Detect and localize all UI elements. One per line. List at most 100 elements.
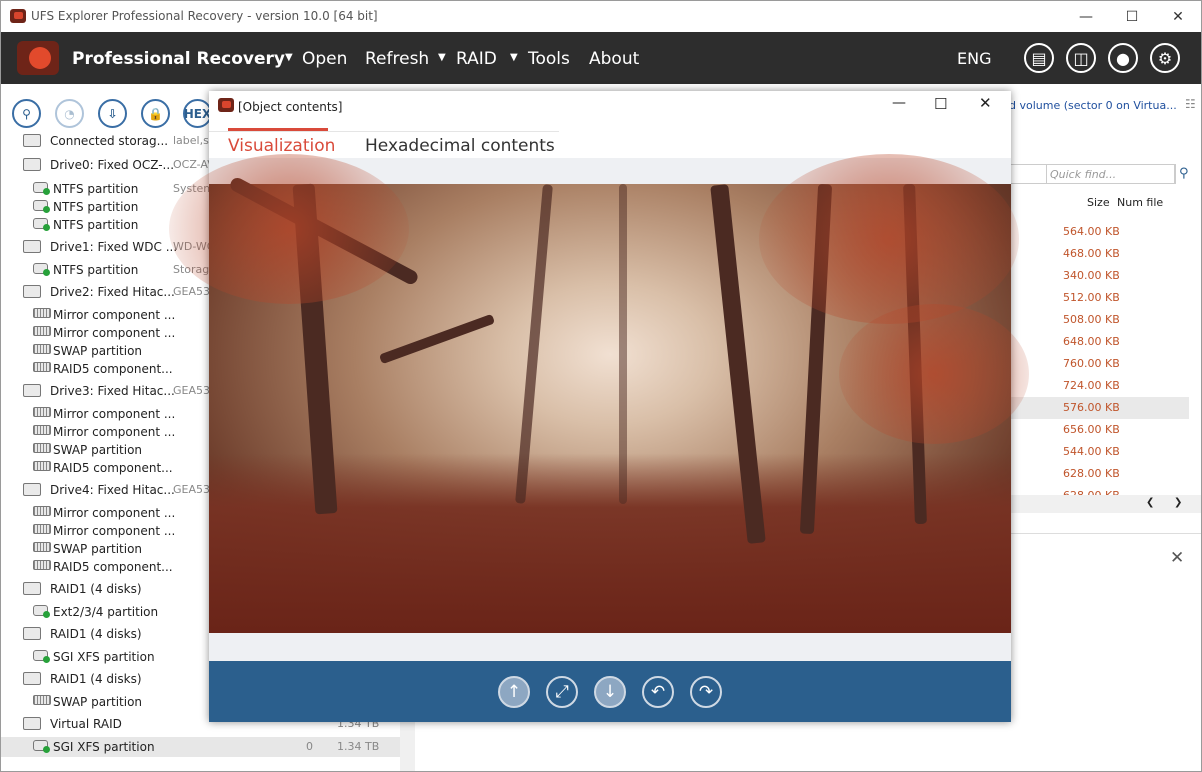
tree-item-label: SGI XFS partition: [53, 740, 155, 754]
tree-item-label: Virtual RAID: [50, 717, 122, 731]
panel-icon[interactable]: ◫: [1066, 43, 1096, 73]
raid-component-icon: [33, 443, 51, 453]
lock-icon[interactable]: 🔒: [141, 99, 170, 128]
tree-item-label: Drive2: Fixed Hitac...: [50, 285, 175, 299]
file-size-cell[interactable]: 512.00 KB: [1063, 291, 1120, 304]
close-button[interactable]: ✕: [1155, 1, 1201, 32]
quick-find-input[interactable]: Quick find...: [1046, 164, 1175, 184]
drive-icon: [23, 582, 41, 595]
viewer-navbar: ↑ ⤢ ↓ ↶ ↷: [209, 661, 1011, 722]
filter-icon[interactable]: ☷: [1185, 97, 1196, 111]
file-size-cell[interactable]: 576.00 KB: [1063, 401, 1120, 414]
fit-screen-icon[interactable]: ⤢: [546, 676, 578, 708]
divider: [1009, 533, 1201, 534]
drive-icon: [23, 627, 41, 640]
file-size-cell[interactable]: 508.00 KB: [1063, 313, 1120, 326]
user-icon[interactable]: ●: [1108, 43, 1138, 73]
raid-component-icon: [33, 425, 51, 435]
file-size-cell[interactable]: 628.00 KB: [1063, 467, 1120, 480]
file-size-cell[interactable]: 564.00 KB: [1063, 225, 1120, 238]
image-viewer: [169, 154, 1029, 661]
tree-item-label: RAID1 (4 disks): [50, 627, 142, 641]
tree-item-label: Drive4: Fixed Hitac...: [50, 483, 175, 497]
scroll-left-icon[interactable]: ❮: [1146, 497, 1154, 508]
column-size[interactable]: Size: [1087, 196, 1110, 209]
tree-item-label: NTFS partition: [53, 218, 139, 232]
chart-icon[interactable]: ◔: [55, 99, 84, 128]
tree-trunk: [619, 184, 627, 504]
tree-trunk: [710, 184, 766, 544]
tree-item-label: RAID1 (4 disks): [50, 672, 142, 686]
drive-icon: [23, 240, 41, 253]
menu-open[interactable]: Open: [302, 49, 347, 69]
tree-item-label: SGI XFS partition: [53, 650, 155, 664]
brand-name: Professional Recovery: [72, 49, 285, 69]
path-breadcrumb[interactable]: d volume (sector 0 on Virtua...: [1009, 99, 1177, 112]
menu-raid[interactable]: RAID: [456, 49, 497, 69]
file-size-cell[interactable]: 340.00 KB: [1063, 269, 1120, 282]
language-selector[interactable]: ENG: [957, 49, 991, 68]
dialog-close-button[interactable]: ✕: [979, 94, 992, 112]
tree-item[interactable]: SGI XFS partition 0 1.34 TB: [1, 737, 400, 757]
menu-about[interactable]: About: [589, 49, 639, 69]
rotate-right-icon[interactable]: ↷: [690, 676, 722, 708]
arrow-down-icon[interactable]: ↓: [594, 676, 626, 708]
drive-icon: [23, 672, 41, 685]
tree-item-detail: label,s: [173, 134, 209, 147]
dialog-maximize-button[interactable]: ☐: [934, 95, 947, 113]
tree-item-detail: 0: [306, 740, 313, 753]
file-size-cell[interactable]: 724.00 KB: [1063, 379, 1120, 392]
main-menubar: Professional Recovery ▼ Open Refresh ▼ R…: [1, 32, 1201, 84]
tree-item-label: NTFS partition: [53, 182, 139, 196]
gear-icon[interactable]: ⚙: [1150, 43, 1180, 73]
partition-icon: [33, 200, 50, 213]
foliage: [759, 154, 1019, 324]
app-logo: [17, 41, 59, 75]
maximize-button[interactable]: ☐: [1109, 1, 1155, 32]
column-num-files[interactable]: Num file: [1117, 196, 1163, 209]
dialog-title: [Object contents]: [238, 100, 343, 114]
rotate-left-icon[interactable]: ↶: [642, 676, 674, 708]
file-size-cell[interactable]: 648.00 KB: [1063, 335, 1120, 348]
menu-refresh[interactable]: Refresh: [365, 49, 429, 69]
minimize-button[interactable]: —: [1063, 1, 1109, 32]
file-size-cell[interactable]: 544.00 KB: [1063, 445, 1120, 458]
tree-trunk: [515, 184, 553, 504]
menu-tools[interactable]: Tools: [528, 49, 570, 69]
file-size-cell[interactable]: 760.00 KB: [1063, 357, 1120, 370]
save-icon[interactable]: ⇩: [98, 99, 127, 128]
file-size-cell[interactable]: 656.00 KB: [1063, 423, 1120, 436]
drive-icon: [23, 158, 41, 171]
raid-component-icon: [33, 308, 51, 318]
scroll-right-icon[interactable]: ❯: [1174, 497, 1182, 508]
drive-icon: [23, 717, 41, 730]
tab-hexadecimal[interactable]: Hexadecimal contents: [365, 136, 555, 156]
tree-item-label: Mirror component ...: [53, 308, 176, 322]
arrow-up-icon[interactable]: ↑: [498, 676, 530, 708]
hex-button[interactable]: HEX: [183, 99, 212, 128]
partition-icon: [33, 182, 50, 195]
raid-component-icon: [33, 461, 51, 471]
partition-icon: [33, 605, 50, 618]
tree-item-label: SWAP partition: [53, 695, 143, 709]
tree-item-label: Connected storag...: [50, 134, 169, 148]
partition-icon: [33, 650, 50, 663]
tab-visualization[interactable]: Visualization: [228, 136, 335, 156]
app-window: UFS Explorer Professional Recovery - ver…: [0, 0, 1202, 772]
search-icon[interactable]: ⚲: [12, 99, 41, 128]
preview-image: [169, 154, 1029, 633]
window-title: UFS Explorer Professional Recovery - ver…: [31, 9, 378, 23]
tab-divider: [209, 131, 559, 132]
dialog-minimize-button[interactable]: —: [892, 95, 906, 111]
close-icon[interactable]: ✕: [1170, 548, 1184, 568]
open-dropdown-icon: ▼: [285, 52, 293, 63]
file-size-cell[interactable]: 468.00 KB: [1063, 247, 1120, 260]
tree-item-label: Mirror component ...: [53, 425, 176, 439]
search-icon[interactable]: ⚲: [1179, 166, 1189, 181]
horizontal-scrollbar[interactable]: ❮ ❯: [1009, 495, 1201, 513]
dialog-app-icon: [218, 98, 234, 112]
tree-item-label: SWAP partition: [53, 542, 143, 556]
drive-icon: [23, 134, 41, 147]
tree-item-label: NTFS partition: [53, 263, 139, 277]
log-icon[interactable]: ▤: [1024, 43, 1054, 73]
